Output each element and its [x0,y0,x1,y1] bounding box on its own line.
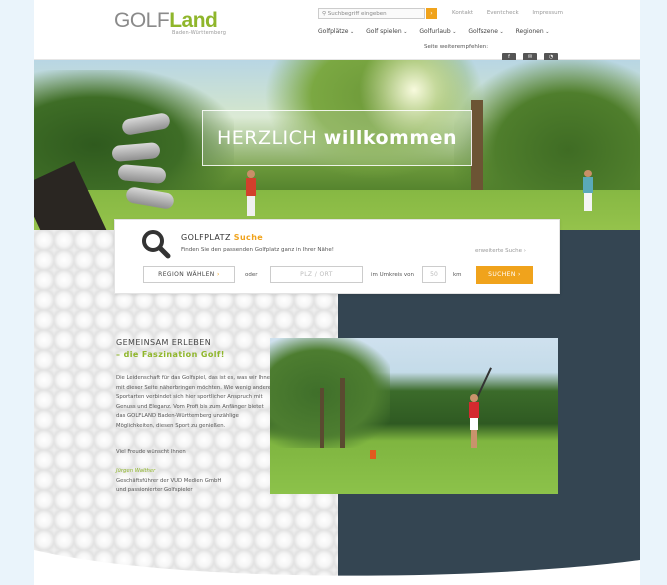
radius-label: im Umkreis von [371,272,414,278]
intro-body: Die Leidenschaft für das Golfspiel, das … [116,375,274,429]
golfplatz-search-box: GOLFPLATZ Suche Finden Sie den passenden… [114,219,560,294]
toplink-kontakt[interactable]: Kontakt [452,10,473,16]
km-label: km [453,272,462,278]
search-subtitle: Finden Sie den passenden Golfplatz ganz … [181,247,334,253]
nav-golfplaetze[interactable]: Golfplätze [318,28,354,35]
main-nav: Golfplätze Golf spielen Golfurlaub Golfs… [318,28,559,35]
share-label: Seite weiterempfehlen: [424,44,489,50]
intro-subheading: – die Faszination Golf! [116,350,225,359]
search-button[interactable]: › [426,8,437,19]
toplink-impressum[interactable]: Impressum [532,10,563,16]
chevron-right-icon: › [217,271,220,278]
toplink-eventcheck[interactable]: Eventcheck [487,10,519,16]
search-icon: ⚲ [322,11,327,17]
nav-golfszene[interactable]: Golfszene [468,28,503,35]
magnifier-icon [142,230,171,259]
nav-golfurlaub[interactable]: Golfurlaub [419,28,456,35]
author-role: Geschäftsführer der VUD Medien GmbH [116,478,222,484]
top-links: Kontakt Eventcheck Impressum [452,10,575,16]
logo-region: Baden-Württemberg [172,30,227,36]
page: GOLFLand Baden-Württemberg ⚲ Suchbegriff… [34,0,640,585]
advanced-search-link[interactable]: erweiterte Suche › [475,248,526,254]
wave-divider-bottom [34,550,640,585]
plz-ort-input[interactable]: PLZ / ORT [270,266,363,283]
logo[interactable]: GOLFLand Baden-Württemberg [114,9,226,36]
intro-heading: GEMEINSAM ERLEBEN [116,338,212,347]
logo-wordmark: GOLFLand [114,9,218,32]
region-select-button[interactable]: REGION WÄHLEN › [143,266,235,283]
search-title: GOLFPLATZ Suche [181,233,264,242]
or-label: oder [245,272,258,278]
intro-greeting: Viel Freude wünscht Ihnen [116,449,186,455]
nav-golf-spielen[interactable]: Golf spielen [366,28,407,35]
search-submit-button[interactable]: SUCHEN › [476,266,533,284]
author-name: Jürgen Walther [116,468,156,474]
radius-input[interactable]: 50 [422,266,446,283]
author-role: und passionierter Golfspieler [116,487,193,493]
nav-regionen[interactable]: Regionen [516,28,550,35]
golfer-photo [270,338,558,494]
welcome-banner: HERZLICH willkommen [202,110,472,166]
site-header: GOLFLand Baden-Württemberg ⚲ Suchbegriff… [34,0,640,62]
search-input[interactable]: ⚲ Suchbegriff eingeben [318,8,425,19]
